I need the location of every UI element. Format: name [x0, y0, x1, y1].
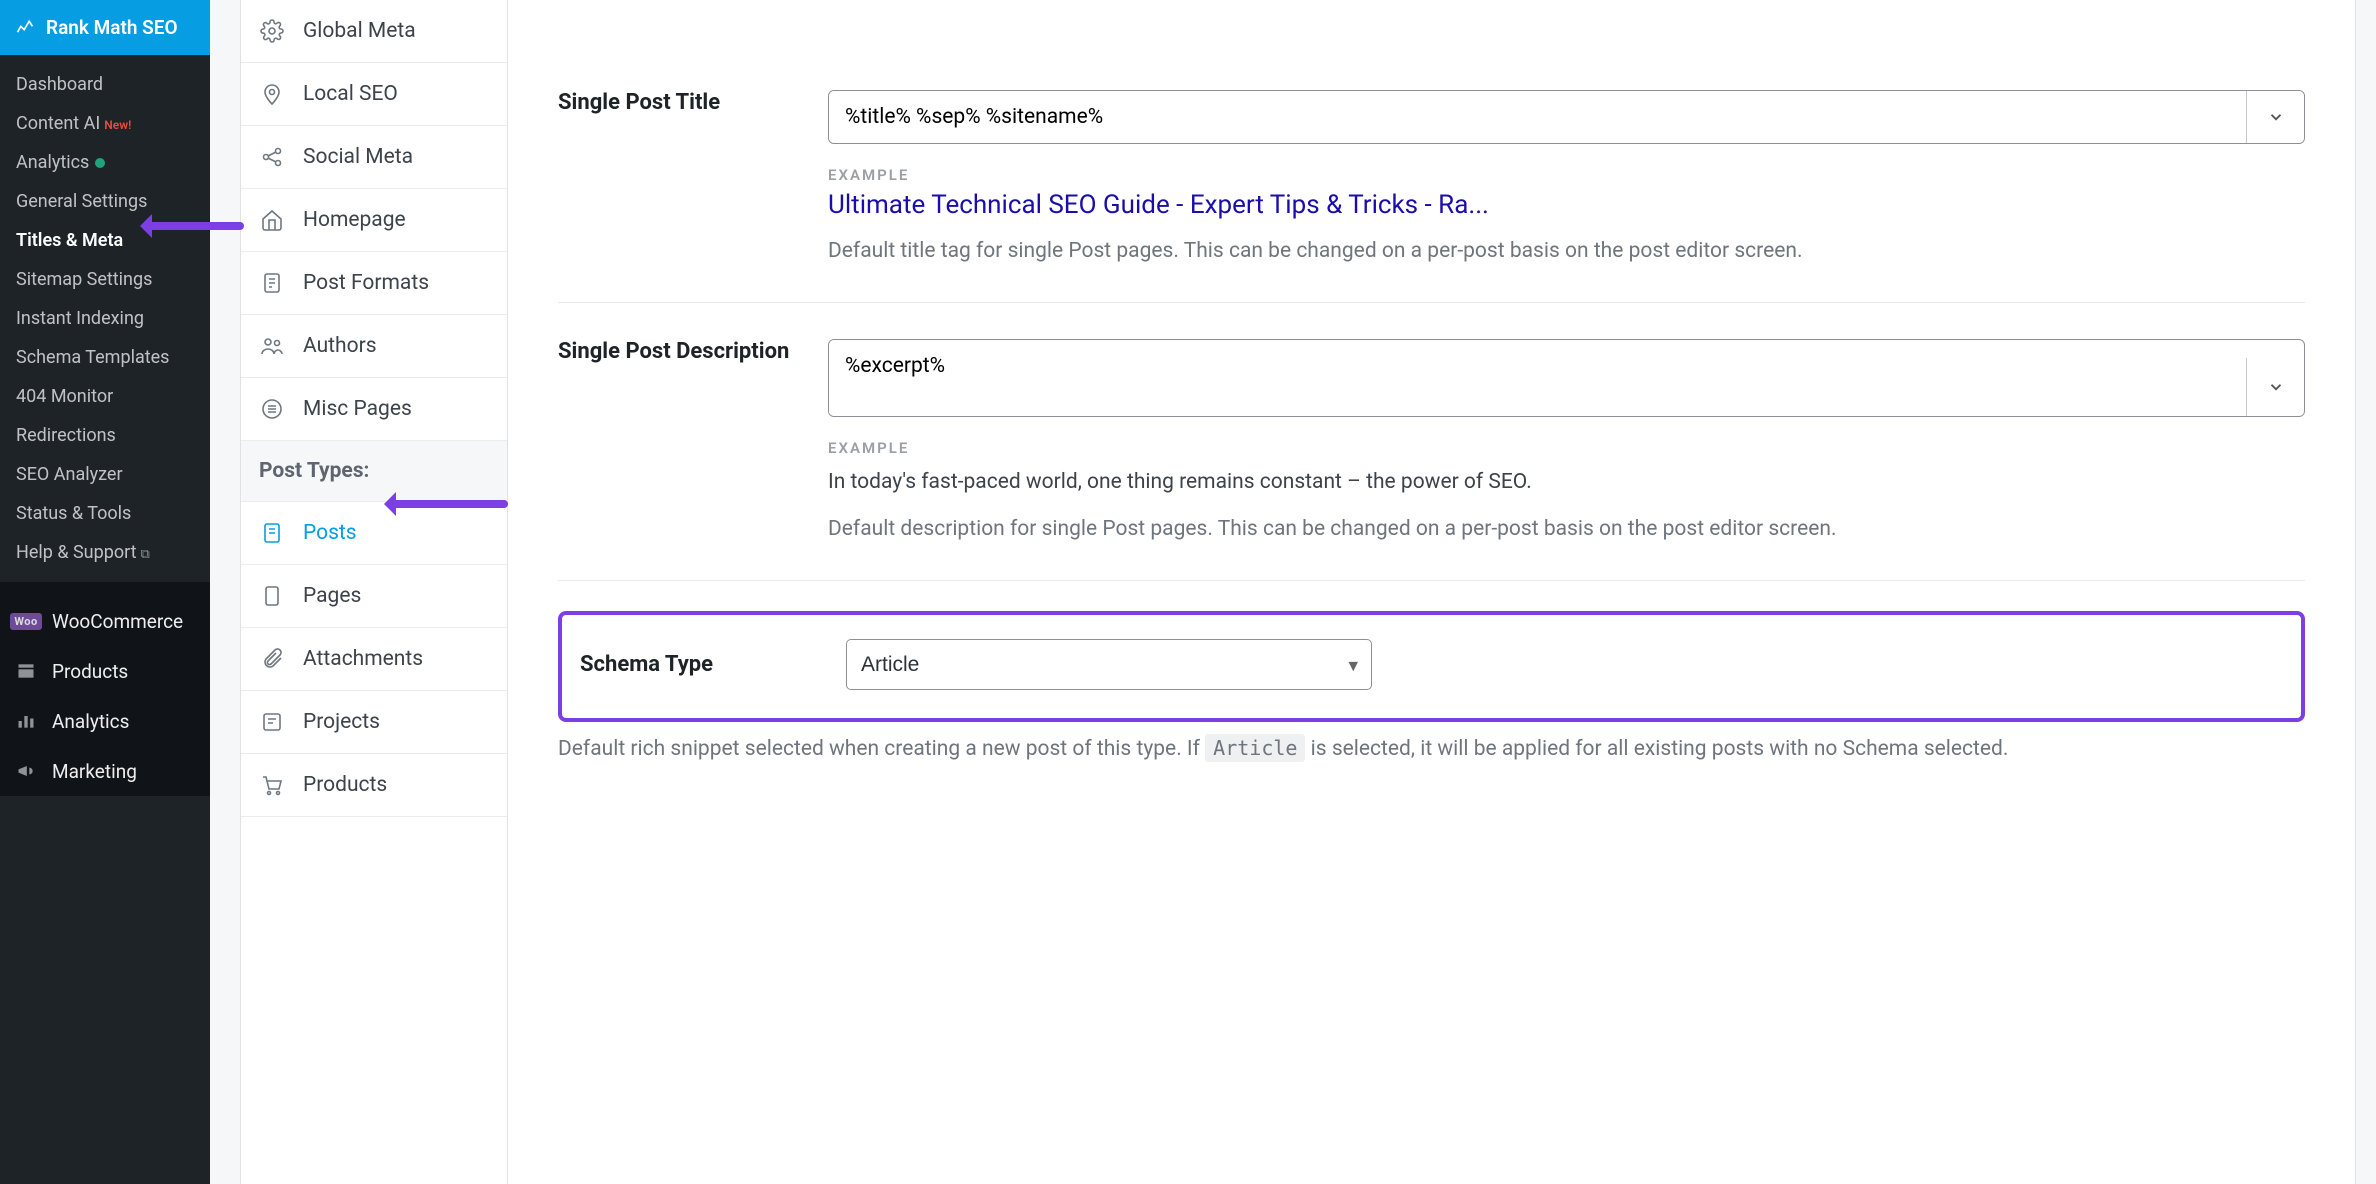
plugin-menu-header[interactable]: Rank Math SEO [0, 0, 210, 55]
variables-dropdown-button[interactable] [2246, 91, 2304, 143]
select-schema-type[interactable]: Article [846, 639, 1372, 690]
sec-nav-item-global-meta[interactable]: Global Meta [241, 0, 507, 63]
megaphone-icon [16, 761, 36, 781]
external-link-icon: ⧉ [141, 547, 150, 562]
sec-nav-item-label: Authors [303, 334, 377, 358]
plugin-title: Rank Math SEO [46, 16, 178, 39]
sec-nav-item-post-formats[interactable]: Post Formats [241, 252, 507, 315]
wp-menu-item-label: Analytics [52, 710, 129, 733]
example-heading: EXAMPLE [828, 166, 2305, 184]
wp-menu-item-analytics[interactable]: Analytics [0, 696, 210, 746]
wp-menu-item-label: WooCommerce [52, 610, 183, 633]
bars-icon [16, 711, 36, 731]
submenu-item-instant-indexing[interactable]: Instant Indexing [0, 299, 210, 338]
submenu-item-dashboard[interactable]: Dashboard [0, 65, 210, 104]
woo-icon: Woo [10, 613, 41, 630]
sec-nav-item-label: Misc Pages [303, 397, 412, 421]
sec-nav-item-pages[interactable]: Pages [241, 565, 507, 628]
submenu-item-content-ai[interactable]: Content AINew! [0, 104, 210, 143]
label-single-post-title: Single Post Title [558, 90, 798, 266]
sec-nav-item-label: Homepage [303, 208, 406, 232]
input-single-post-description[interactable] [829, 340, 2246, 416]
example-heading: EXAMPLE [828, 439, 2305, 457]
status-dot-icon [95, 158, 105, 168]
schema-type-highlight-box: Schema Type Article [558, 611, 2305, 722]
sec-nav-item-authors[interactable]: Authors [241, 315, 507, 378]
doc-icon [259, 270, 285, 296]
chevron-down-icon [2267, 378, 2285, 396]
submenu-item-analytics[interactable]: Analytics [0, 143, 210, 182]
field-single-post-title: Single Post Title EXAMPLE Ultimate Techn… [558, 40, 2305, 303]
clip-icon [259, 646, 285, 672]
submenu-item-seo-analyzer[interactable]: SEO Analyzer [0, 455, 210, 494]
pin-icon [259, 81, 285, 107]
wp-menu-item-marketing[interactable]: Marketing [0, 746, 210, 796]
new-badge: New! [104, 118, 131, 132]
gear-icon [259, 18, 285, 44]
wp-main-menu: Woo WooCommerce Products Analytics Marketing [0, 582, 210, 796]
annotation-arrow-titles [144, 222, 244, 230]
wp-menu-item-label: Marketing [52, 760, 137, 783]
users-icon [259, 333, 285, 359]
sec-nav-item-attachments[interactable]: Attachments [241, 628, 507, 691]
submenu-item-redirections[interactable]: Redirections [0, 416, 210, 455]
settings-secondary-nav: Global Meta Local SEO Social Meta Homepage P… [240, 0, 508, 1184]
sec-nav-item-label: Local SEO [303, 82, 398, 106]
help-single-post-description: Default description for single Post page… [828, 514, 2305, 544]
plugin-submenu: DashboardContent AINew!AnalyticsGeneral … [0, 55, 210, 582]
sec-nav-item-label: Attachments [303, 647, 423, 671]
sec-nav-item-label: Post Formats [303, 271, 429, 295]
submenu-item-sitemap[interactable]: Sitemap Settings [0, 260, 210, 299]
example-description-preview: In today's fast-paced world, one thing r… [828, 467, 2305, 497]
label-single-post-description: Single Post Description [558, 339, 798, 544]
list-icon [259, 396, 285, 422]
archive-icon [16, 661, 36, 681]
sec-nav-item-misc-pages[interactable]: Misc Pages [241, 378, 507, 441]
help-single-post-title: Default title tag for single Post pages.… [828, 236, 2305, 266]
share-icon [259, 144, 285, 170]
sec-nav-item-label: Pages [303, 584, 361, 608]
submenu-item-help-support[interactable]: Help & Support⧉ [0, 533, 210, 572]
input-single-post-title-wrap [828, 90, 2305, 144]
sec-nav-item-homepage[interactable]: Homepage [241, 189, 507, 252]
sec-nav-item-label: Social Meta [303, 145, 413, 169]
annotation-arrow-posts [388, 500, 508, 508]
label-schema-type: Schema Type [580, 652, 816, 677]
post-icon [259, 520, 285, 546]
example-title-preview[interactable]: Ultimate Technical SEO Guide - Expert Ti… [828, 190, 2305, 220]
wp-menu-item-products[interactable]: Products [0, 646, 210, 696]
page-icon [259, 583, 285, 609]
sec-nav-item-products[interactable]: Products [241, 754, 507, 817]
settings-content: Single Post Title EXAMPLE Ultimate Techn… [508, 0, 2356, 1184]
help-schema-type: Default rich snippet selected when creat… [558, 734, 2305, 764]
submenu-item-general-settings[interactable]: General Settings [0, 182, 210, 221]
input-single-post-title[interactable] [829, 91, 2246, 143]
sec-nav-item-label: Posts [303, 521, 357, 545]
chevron-down-icon [2267, 108, 2285, 126]
home-icon [259, 207, 285, 233]
submenu-item-404-monitor[interactable]: 404 Monitor [0, 377, 210, 416]
sec-nav-item-projects[interactable]: Projects [241, 691, 507, 754]
project-icon [259, 709, 285, 735]
wp-menu-item-woocommerce[interactable]: Woo WooCommerce [0, 596, 210, 646]
sec-nav-item-label: Global Meta [303, 19, 416, 43]
input-single-post-description-wrap [828, 339, 2305, 417]
rank-math-logo-icon [14, 18, 36, 38]
wp-admin-sidebar: Rank Math SEO DashboardContent AINew!Ana… [0, 0, 210, 1184]
sec-nav-item-label: Products [303, 773, 387, 797]
wp-menu-item-label: Products [52, 660, 128, 683]
variables-dropdown-button[interactable] [2246, 358, 2304, 416]
submenu-item-status-tools[interactable]: Status & Tools [0, 494, 210, 533]
sec-nav-item-social-meta[interactable]: Social Meta [241, 126, 507, 189]
cart-icon [259, 772, 285, 798]
sec-nav-item-label: Projects [303, 710, 380, 734]
field-single-post-description: Single Post Description EXAMPLE In today… [558, 303, 2305, 581]
submenu-item-schema-templates[interactable]: Schema Templates [0, 338, 210, 377]
sec-nav-item-local-seo[interactable]: Local SEO [241, 63, 507, 126]
